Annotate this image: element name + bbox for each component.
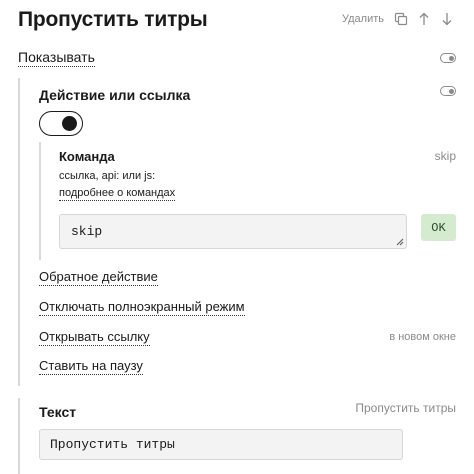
command-value-label: skip (434, 149, 456, 163)
command-title: Команда (59, 149, 115, 164)
command-input[interactable]: skip (59, 214, 407, 249)
delete-button[interactable]: Удалить (342, 13, 384, 25)
command-help-link[interactable]: подробнее о командах (59, 187, 176, 201)
option-open-link[interactable]: Открывать ссылку (39, 329, 150, 346)
page-title: Пропустить титры (18, 8, 208, 31)
text-input[interactable]: Пропустить титры (39, 429, 403, 460)
command-guide-line (39, 142, 41, 260)
resize-grip-icon[interactable] (396, 238, 404, 246)
action-section-title: Действие или ссылка (39, 87, 191, 103)
header-actions: Удалить (342, 12, 454, 26)
action-toggle[interactable] (39, 111, 83, 136)
show-toggle-label[interactable]: Показывать (18, 49, 95, 67)
ok-button[interactable]: OK (421, 214, 456, 241)
text-current-label: Пропустить титры (355, 401, 456, 415)
toggle-knob (62, 115, 77, 131)
show-toggle-icon[interactable] (440, 53, 456, 63)
copy-icon[interactable] (394, 12, 408, 26)
text-section-title: Текст (39, 404, 77, 420)
action-settings-toggle-icon[interactable] (440, 86, 456, 96)
section-guide-line (18, 78, 20, 386)
option-reverse-action[interactable]: Обратное действие (39, 269, 158, 286)
open-link-note: в новом окне (389, 331, 456, 343)
option-pause[interactable]: Ставить на паузу (39, 358, 143, 375)
command-description: ссылка, api: или js: (59, 170, 156, 182)
text-guide-line (18, 398, 20, 474)
arrow-down-icon[interactable] (440, 12, 454, 26)
arrow-up-icon[interactable] (417, 12, 431, 26)
option-exit-fullscreen[interactable]: Отключать полноэкранный режим (39, 299, 245, 316)
